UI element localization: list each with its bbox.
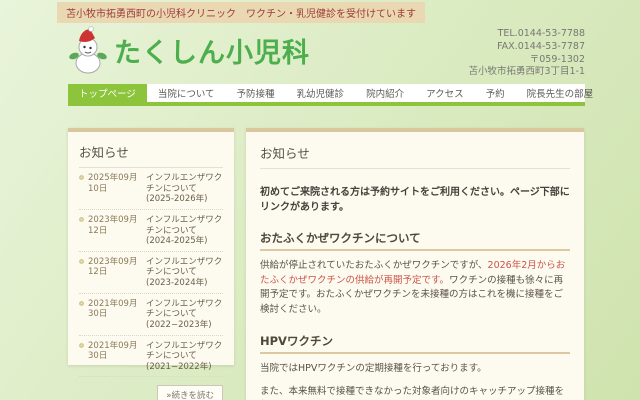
news-list-item: 2023年09月12日 インフルエンザワクチンについて (2023-2024年): [79, 252, 223, 294]
tel-number: TEL.0144-53-7788: [497, 28, 585, 39]
news-date: 2021年09月30日: [88, 298, 138, 320]
list-bullet-icon: [79, 258, 84, 264]
news-link[interactable]: インフルエンザワクチンについて: [146, 215, 222, 236]
snowman-logo-icon: [69, 26, 107, 74]
news-list-item: 2023年09月12日 インフルエンザワクチンについて (2024-2025年): [79, 210, 223, 252]
text-segment: 供給が停止されていたおたふくかぜワクチンですが、: [260, 260, 488, 271]
list-bullet-icon: [79, 300, 84, 306]
news-list-item: 2021年09月30日 インフルエンザワクチンについて (2022−2023年): [79, 294, 223, 336]
news-date: 2021年09月30日: [88, 340, 138, 362]
hpv-paragraph-1: 当院ではHPVワクチンの定期接種を行っております。: [260, 362, 487, 374]
nav-tab-about[interactable]: 当院について: [147, 84, 226, 102]
intro-text: 初めてご来院される方は予約サイトをご利用ください。ページ下部にリンクがあります。: [260, 187, 570, 213]
list-bullet-icon: [79, 216, 84, 222]
contact-info: TEL.0144-53-7788 FAX.0144-53-7787 〒059-1…: [468, 28, 585, 79]
page-container: 苫小牧市拓勇西町の小児科クリニック ワクチン・乳児健診を受付けています たくしん…: [57, 0, 593, 400]
news-date: 2023年09月12日: [88, 256, 138, 278]
news-list-item: 2025年09月10日 インフルエンザワクチンについて (2025-2026年): [79, 168, 223, 210]
nav-tab-reservation[interactable]: 予約: [475, 84, 516, 102]
news-link[interactable]: インフルエンザワクチンについて: [146, 173, 222, 194]
read-more-button[interactable]: »続きを読む: [157, 385, 223, 400]
section-heading-mumps-vaccine: おたふくかぜワクチンについて: [260, 230, 570, 251]
nav-tab-vaccination[interactable]: 予防接種: [226, 84, 286, 102]
mumps-paragraph: 供給が停止されていたおたふくかぜワクチンですが、2026年2月からおたふくかぜワ…: [260, 259, 570, 318]
nav-tab-clinic-tour[interactable]: 院内紹介: [355, 84, 415, 102]
hpv-paragraph-2: また、本来無料で接種できなかった対象者向けのキャッチアップ接種を行っております。: [260, 385, 565, 397]
fax-number: FAX.0144-53-7787: [497, 40, 585, 52]
news-year: (2021−2022年): [146, 361, 212, 372]
main-content: お知らせ 初めてご来院される方は予約サイトをご利用ください。ページ下部にリンクが…: [246, 128, 584, 400]
clinic-name: たくしん小児科: [114, 37, 310, 69]
news-list-item: 2021年09月30日 インフルエンザワクチンについて (2021−2022年): [79, 336, 223, 378]
list-bullet-icon: [79, 175, 84, 180]
news-year: (2025-2026年): [146, 194, 208, 205]
nav-tab-access[interactable]: アクセス: [415, 84, 475, 102]
news-sidebar: お知らせ 2025年09月10日 インフルエンザワクチンについて (2025-20…: [68, 128, 234, 400]
news-link[interactable]: インフルエンザワクチンについて: [146, 341, 222, 362]
news-year: (2022−2023年): [146, 319, 212, 330]
main-title: お知らせ: [260, 143, 570, 169]
logo[interactable]: たくしん小児科: [68, 26, 310, 74]
nav-tab-directors-room[interactable]: 院長先生の部屋: [516, 84, 605, 102]
news-link[interactable]: インフルエンザワクチンについて: [146, 299, 222, 320]
nav-tab-top-page[interactable]: トップページ: [68, 84, 147, 102]
postal-code: 〒059-1302: [529, 53, 585, 65]
address: 苫小牧市拓勇西町3丁目1-1: [468, 66, 585, 78]
main-nav: トップページ 当院について 予防接種 乳幼児健診 院内紹介 アクセス 予約 院長…: [68, 84, 593, 106]
list-bullet-icon: [79, 342, 84, 348]
top-notice-bar: 苫小牧市拓勇西町の小児科クリニック ワクチン・乳児健診を受付けています: [57, 2, 425, 23]
nav-tab-infant-checkup[interactable]: 乳幼児健診: [286, 84, 356, 102]
news-year: (2024-2025年): [146, 236, 208, 247]
site-header: たくしん小児科 TEL.0144-53-7788 FAX.0144-53-778…: [68, 24, 585, 80]
news-date: 2023年09月12日: [88, 214, 138, 236]
sidebar-title: お知らせ: [79, 142, 223, 168]
section-heading-hpv-vaccine: HPVワクチン: [260, 333, 570, 354]
news-year: (2023-2024年): [146, 278, 208, 288]
news-date: 2025年09月10日: [88, 173, 138, 194]
news-link[interactable]: インフルエンザワクチンについて: [146, 257, 222, 278]
